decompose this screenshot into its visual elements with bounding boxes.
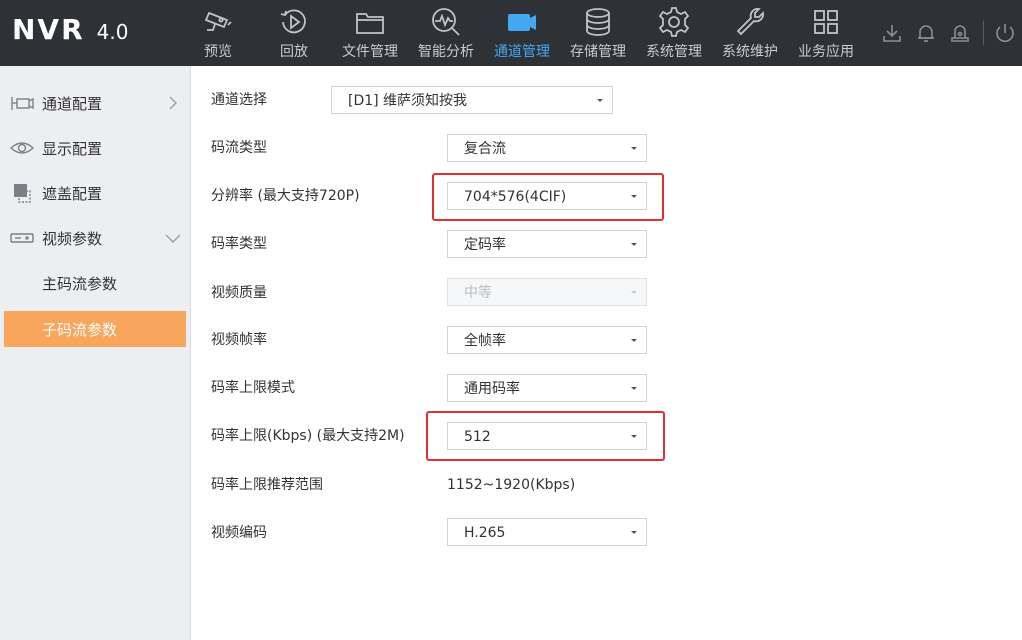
grid-apps-icon [808, 4, 844, 40]
resolution-label: 分辨率 (最大支持720P) [211, 188, 360, 204]
chevron-right-icon [169, 96, 177, 110]
caret-down-icon [631, 339, 637, 342]
video-codec-select[interactable]: H.265 [447, 518, 647, 546]
gear-icon [656, 4, 692, 40]
sidebar-subitem-label: 主码流参数 [42, 274, 118, 293]
playback-icon [276, 4, 312, 40]
settings-panel: 通道选择 [D1] 维萨须知按我 码流类型 复合流 分辨率 (最大支持720P)… [192, 66, 1022, 640]
app-logo: NVR 4.0 [12, 13, 128, 53]
sidebar-subitem-label: 子码流参数 [42, 320, 118, 339]
resolution-value: 704*576(4CIF) [464, 189, 567, 205]
camera-preview-icon [200, 4, 236, 40]
wrench-icon [732, 4, 768, 40]
bitrate-type-value: 定码率 [464, 237, 506, 253]
logo-version: 4.0 [96, 20, 129, 44]
mask-icon [9, 183, 35, 203]
nav-item-business-apps[interactable]: 业务应用 [788, 0, 864, 66]
caret-down-icon [597, 99, 603, 102]
nav-item-file-management[interactable]: 文件管理 [332, 0, 408, 66]
nav-label: 回放 [280, 44, 308, 60]
video-quality-select: 中等 [447, 278, 647, 306]
bell-icon[interactable] [909, 16, 943, 50]
alarm-icon[interactable] [943, 16, 977, 50]
stream-type-value: 复合流 [464, 141, 506, 157]
smart-analysis-icon [428, 4, 464, 40]
nav-label: 通道管理 [494, 44, 550, 60]
video-params-icon [9, 228, 35, 248]
video-quality-label: 视频质量 [211, 285, 267, 301]
eye-icon [9, 138, 35, 158]
channel-select[interactable]: [D1] 维萨须知按我 [331, 86, 613, 114]
caret-down-icon [631, 291, 637, 294]
nav-item-playback[interactable]: 回放 [256, 0, 332, 66]
nav-item-preview[interactable]: 预览 [180, 0, 256, 66]
nav-label: 系统管理 [646, 44, 702, 60]
channel-config-icon [9, 93, 35, 113]
video-codec-label: 视频编码 [211, 525, 267, 541]
frame-rate-value: 全帧率 [464, 333, 506, 349]
sidebar-subitem-main-stream[interactable]: 主码流参数 [4, 265, 186, 301]
sidebar-item-display-config[interactable]: 显示配置 [0, 130, 191, 166]
caret-down-icon [631, 243, 637, 246]
frame-rate-label: 视频帧率 [211, 332, 267, 348]
folder-icon [352, 4, 388, 40]
caret-down-icon [631, 147, 637, 150]
stream-type-label: 码流类型 [211, 140, 267, 156]
bitrate-range-label: 码率上限推荐范围 [211, 477, 323, 493]
frame-rate-select[interactable]: 全帧率 [447, 326, 647, 354]
nav-item-channel-management[interactable]: 通道管理 [484, 0, 560, 66]
video-quality-value: 中等 [464, 285, 492, 301]
bitrate-type-select[interactable]: 定码率 [447, 230, 647, 258]
sidebar-item-channel-config[interactable]: 通道配置 [0, 85, 191, 121]
nav-label: 系统维护 [722, 44, 778, 60]
download-icon[interactable] [875, 16, 909, 50]
sidebar-subitem-sub-stream[interactable]: 子码流参数 [4, 311, 186, 347]
stream-type-select[interactable]: 复合流 [447, 134, 647, 162]
caret-down-icon [631, 387, 637, 390]
nav-label: 存储管理 [570, 44, 626, 60]
channel-camera-icon [504, 4, 540, 40]
nav-label: 预览 [204, 44, 232, 60]
nav-item-system-maintenance[interactable]: 系统维护 [712, 0, 788, 66]
database-icon [580, 4, 616, 40]
tool-divider [983, 21, 984, 45]
caret-down-icon [631, 195, 637, 198]
top-tools [875, 0, 1022, 66]
bitrate-type-label: 码率类型 [211, 236, 267, 252]
bitrate-limit-mode-select[interactable]: 通用码率 [447, 374, 647, 402]
chevron-down-icon [165, 234, 181, 243]
nav-label: 智能分析 [418, 44, 474, 60]
power-icon[interactable] [988, 16, 1022, 50]
sidebar-item-mask-config[interactable]: 遮盖配置 [0, 175, 191, 211]
nav-item-smart-analysis[interactable]: 智能分析 [408, 0, 484, 66]
caret-down-icon [631, 435, 637, 438]
sidebar-item-label: 通道配置 [42, 94, 103, 113]
bitrate-limit-mode-value: 通用码率 [464, 381, 520, 397]
sidebar-item-label: 遮盖配置 [42, 184, 103, 203]
sidebar-item-video-params[interactable]: 视频参数 [0, 220, 191, 256]
sidebar: 通道配置 显示配置 遮盖配置 视频参数 主码流参数 子码流参数 [0, 66, 191, 640]
nav-label: 业务应用 [798, 44, 854, 60]
top-bar: NVR 4.0 预览 回放 文件管理 智能分析 通道管理 存储管理 系统管理 系… [0, 0, 1022, 66]
sidebar-item-label: 显示配置 [42, 139, 103, 158]
main-nav: 预览 回放 文件管理 智能分析 通道管理 存储管理 系统管理 系统维护 业务应用 [180, 0, 864, 66]
channel-select-label: 通道选择 [211, 92, 267, 108]
nav-item-system-management[interactable]: 系统管理 [636, 0, 712, 66]
bitrate-range-value: 1152~1920(Kbps) [447, 477, 576, 493]
caret-down-icon [631, 531, 637, 534]
bitrate-limit-mode-label: 码率上限模式 [211, 380, 295, 396]
channel-select-value: [D1] 维萨须知按我 [348, 93, 468, 109]
sidebar-item-label: 视频参数 [42, 229, 103, 248]
nav-item-storage-management[interactable]: 存储管理 [560, 0, 636, 66]
video-codec-value: H.265 [464, 525, 506, 541]
bitrate-limit-select[interactable]: 512 [447, 422, 647, 450]
nav-label: 文件管理 [342, 44, 398, 60]
logo-text: NVR [12, 13, 85, 46]
resolution-select[interactable]: 704*576(4CIF) [447, 182, 647, 210]
bitrate-limit-label: 码率上限(Kbps) (最大支持2M) [211, 428, 405, 444]
bitrate-limit-value: 512 [464, 429, 491, 445]
